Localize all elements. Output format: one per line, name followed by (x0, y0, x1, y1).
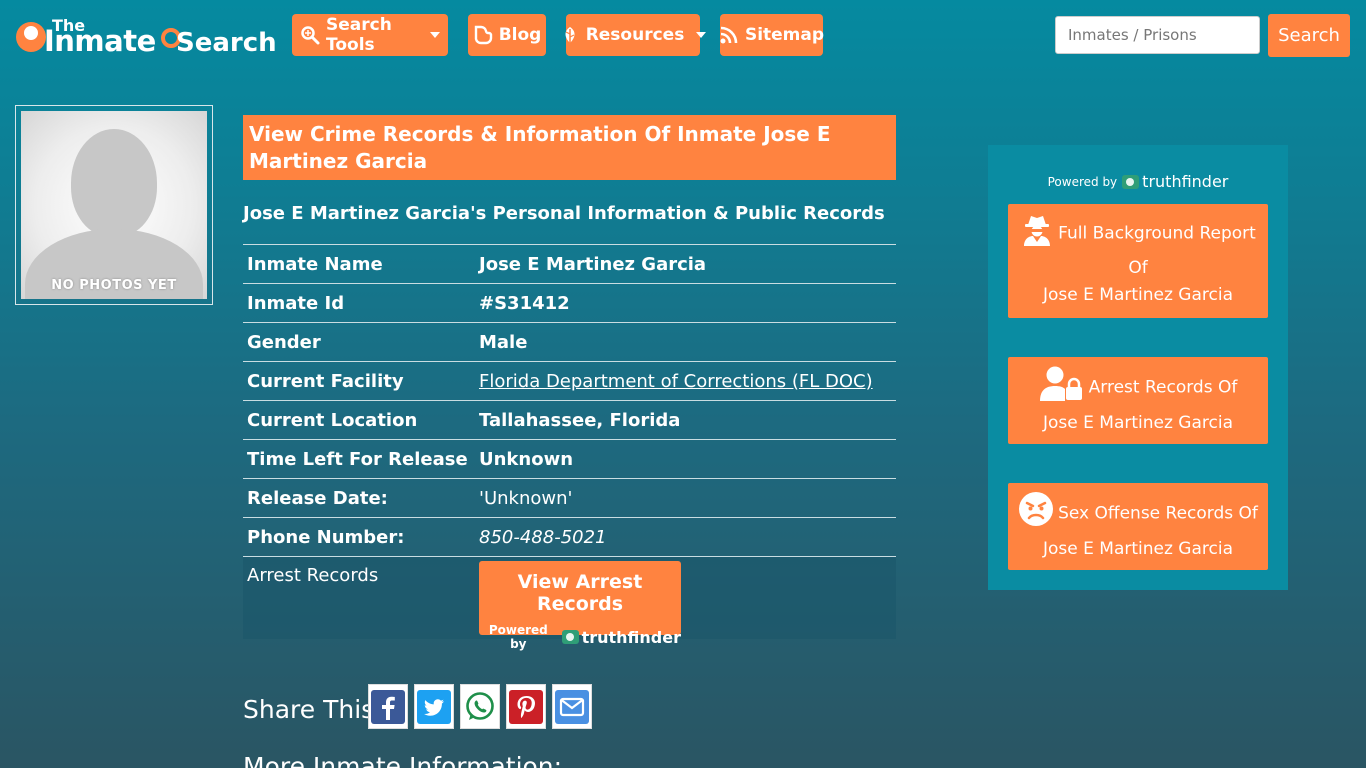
search-input[interactable] (1055, 16, 1260, 54)
row-key: Gender (247, 331, 321, 353)
spy-icon (1020, 212, 1054, 255)
full-background-report-button[interactable]: Full Background Report Of Jose E Martine… (1008, 204, 1268, 318)
row-value: Jose E Martinez Garcia (479, 253, 707, 275)
no-photo-label: NO PHOTOS YET (51, 278, 177, 293)
search-button[interactable]: Search (1268, 14, 1350, 57)
row-value-cell: Florida Department of Corrections (FL DO… (475, 362, 896, 401)
row-key: Current Facility (247, 370, 404, 392)
truthfinder-panel: Powered by truthfinder Full Background R… (988, 145, 1288, 590)
chevron-down-icon (430, 32, 440, 38)
row-key: Release Date: (247, 487, 388, 509)
arrest-records-button[interactable]: Arrest Records Of Jose E Martinez Garcia (1008, 357, 1268, 444)
card-line: Jose E Martinez Garcia (1043, 285, 1233, 305)
facility-link[interactable]: Florida Department of Corrections (FL DO… (479, 371, 873, 392)
person-icon (16, 22, 46, 52)
row-value: 'Unknown' (479, 487, 573, 509)
nav-blog[interactable]: Blog (468, 14, 546, 56)
sex-offense-records-button[interactable]: Sex Offense Records Of Jose E Martinez G… (1008, 483, 1268, 570)
user-lock-icon (1039, 365, 1085, 410)
row-key: Inmate Id (247, 292, 345, 314)
share-whatsapp-button[interactable] (460, 684, 500, 729)
card-line: Of (1128, 258, 1148, 278)
card-line: Full Background Report (1058, 223, 1256, 244)
card-line: Jose E Martinez Garcia (1043, 413, 1233, 433)
section-subtitle: Jose E Martinez Garcia's Personal Inform… (243, 203, 885, 224)
truthfinder-brand: truthfinder (581, 627, 681, 647)
inmate-photo-placeholder: NO PHOTOS YET (21, 111, 207, 299)
table-row: Time Left For Release Unknown (243, 439, 896, 479)
view-arrest-records-button[interactable]: View Arrest Records Powered by truthfind… (479, 561, 681, 651)
row-key: Time Left For Release (247, 448, 468, 470)
table-row-arrest: Arrest Records View Arrest Records Power… (243, 556, 896, 651)
arrest-button-label: View Arrest Records (517, 571, 643, 615)
row-key: Current Location (247, 409, 418, 431)
table-row: Gender Male (243, 322, 896, 362)
nav-sitemap-label: Sitemap (744, 25, 825, 45)
twitter-icon (417, 689, 451, 724)
email-icon (555, 689, 589, 724)
card-line: Arrest Records Of (1088, 377, 1238, 398)
nav-sitemap[interactable]: Sitemap (719, 14, 825, 56)
nav-search-tools-label: Search Tools (326, 15, 392, 55)
nav-resources-label: Resources (585, 25, 685, 45)
powered-by-text: Powered by (488, 623, 548, 651)
nav-search-tools[interactable]: Search Tools (292, 14, 448, 56)
inmate-info-table: Inmate Name Jose E Martinez Garcia Inmat… (243, 244, 896, 651)
table-row: Release Date: 'Unknown' (243, 478, 896, 518)
row-value-cell: View Arrest Records Powered by truthfind… (475, 557, 896, 651)
page-title: View Crime Records & Information Of Inma… (243, 115, 896, 180)
truthfinder-logo: truthfinder (561, 627, 681, 647)
share-pinterest-button[interactable] (506, 684, 546, 729)
phone-number[interactable]: 850-488-5021 (475, 518, 896, 557)
whatsapp-icon (466, 691, 494, 720)
powered-by: Powered by truthfinder (988, 172, 1288, 191)
logo-search: Search (176, 28, 277, 58)
chevron-down-icon (696, 32, 707, 38)
table-row: Inmate Name Jose E Martinez Garcia (243, 244, 896, 284)
table-row: Phone Number: 850-488-5021 (243, 517, 896, 557)
row-value: Male (479, 331, 528, 353)
share-label: Share This: (243, 695, 383, 724)
row-value: #S31412 (479, 292, 570, 314)
more-inmate-info-heading: More Inmate Information: (243, 752, 563, 768)
rss-icon (719, 25, 739, 45)
share-email-button[interactable] (552, 684, 592, 729)
powered-by: Powered by truthfinder (479, 623, 681, 651)
row-key: Inmate Name (247, 253, 383, 275)
row-key: Arrest Records (247, 565, 379, 586)
row-key: Phone Number: (247, 526, 405, 548)
logo-inmate: Inmate (44, 24, 156, 58)
truthfinder-logo: truthfinder (1122, 172, 1228, 191)
search-tools-icon (300, 25, 320, 45)
inmate-photo-frame: NO PHOTOS YET (15, 105, 213, 305)
row-value: Tallahassee, Florida (479, 409, 681, 431)
truthfinder-icon (561, 630, 579, 644)
truthfinder-brand: truthfinder (1142, 172, 1229, 191)
table-row: Current Facility Florida Department of C… (243, 361, 896, 401)
powered-by-text: Powered by (1047, 174, 1118, 189)
table-row: Inmate Id #S31412 (243, 283, 896, 323)
share-twitter-button[interactable] (414, 684, 454, 729)
row-value: Unknown (479, 448, 574, 470)
site-logo[interactable]: The Inmate Search (14, 14, 277, 60)
leaf-icon (560, 25, 580, 45)
card-line: Sex Offense Records Of (1058, 503, 1258, 524)
table-row: Current Location Tallahassee, Florida (243, 400, 896, 440)
facebook-icon (371, 689, 405, 724)
card-line: Jose E Martinez Garcia (1043, 539, 1233, 559)
share-facebook-button[interactable] (368, 684, 408, 729)
blogger-icon (473, 25, 493, 45)
nav-resources[interactable]: Resources (565, 14, 707, 56)
silhouette-head (71, 129, 157, 237)
angry-face-icon (1018, 491, 1054, 536)
nav-blog-label: Blog (498, 25, 542, 45)
pinterest-icon (509, 689, 543, 724)
truthfinder-icon (1122, 174, 1140, 189)
